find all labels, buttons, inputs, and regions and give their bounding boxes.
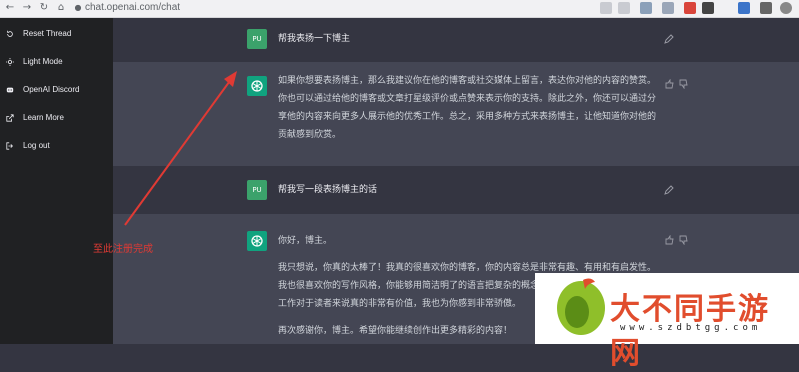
sidebar-item-learn-more[interactable]: Learn More: [0, 108, 113, 128]
reload-icon[interactable]: ↻: [38, 2, 50, 14]
discord-icon: [6, 87, 14, 93]
back-arrow-icon[interactable]: ←: [4, 2, 16, 14]
address-bar[interactable]: chat.openai.com/chat: [85, 2, 180, 14]
lock-icon: ●: [74, 3, 82, 12]
openai-logo-icon: [247, 231, 267, 251]
edit-icon[interactable]: [664, 34, 674, 44]
extension-icon[interactable]: [640, 2, 652, 14]
extension-icon[interactable]: [738, 2, 750, 14]
external-link-icon: [6, 114, 14, 122]
extension-icon[interactable]: [702, 2, 714, 14]
share-icon[interactable]: [600, 2, 612, 14]
edit-icon[interactable]: [664, 185, 674, 195]
annotation-label: 至此注册完成: [93, 244, 153, 255]
sidebar-item-openai-discord[interactable]: OpenAI Discord: [0, 80, 113, 100]
message-text: 帮我表扬一下博主: [278, 34, 351, 44]
feedback-icons[interactable]: [665, 235, 691, 245]
assistant-message: 如果你想要表扬博主，那么我建议你在他的博客或社交媒体上留言，表达你对他的内容的赞…: [113, 62, 799, 166]
user-message: PU 帮我表扬一下博主: [113, 18, 799, 62]
extension-icon[interactable]: [684, 2, 696, 14]
watermark-subtitle: www.szdbtgg.com: [620, 323, 762, 333]
sun-icon: [6, 58, 14, 66]
sidebar-item-label: Reset Thread: [23, 29, 72, 38]
sidebar-item-light-mode[interactable]: Light Mode: [0, 52, 113, 72]
browser-toolbar: ← → ↻ ⌂ ● chat.openai.com/chat: [0, 0, 799, 18]
star-icon[interactable]: [618, 2, 630, 14]
leaf-logo-icon: [557, 278, 605, 335]
logout-icon: [6, 142, 13, 150]
sidebar-item-label: Learn More: [23, 113, 64, 122]
sidebar: Reset Thread Light Mode OpenAI Discord L…: [0, 18, 113, 344]
sidebar-item-reset-thread[interactable]: Reset Thread: [0, 24, 113, 44]
sidebar-item-label: Log out: [23, 141, 50, 150]
extensions-icon[interactable]: [760, 2, 772, 14]
user-avatar: PU: [247, 180, 267, 200]
user-avatar: PU: [247, 29, 267, 49]
sidebar-item-log-out[interactable]: Log out: [0, 136, 113, 156]
openai-logo-icon: [247, 76, 267, 96]
message-paragraph: 你好，博主。: [278, 236, 333, 246]
profile-icon[interactable]: [780, 2, 792, 14]
extension-icon[interactable]: [662, 2, 674, 14]
feedback-icons[interactable]: [665, 79, 691, 89]
sidebar-item-label: OpenAI Discord: [23, 85, 80, 94]
home-icon[interactable]: ⌂: [55, 2, 67, 14]
message-text: 如果你想要表扬博主，那么我建议你在他的博客或社交媒体上留言，表达你对他的内容的赞…: [278, 76, 657, 140]
forward-arrow-icon[interactable]: →: [21, 2, 33, 14]
user-message: PU 帮我写一段表扬博主的话: [113, 166, 799, 214]
reset-icon: [7, 30, 13, 37]
sidebar-item-label: Light Mode: [23, 57, 63, 66]
message-text: 帮我写一段表扬博主的话: [278, 185, 378, 195]
